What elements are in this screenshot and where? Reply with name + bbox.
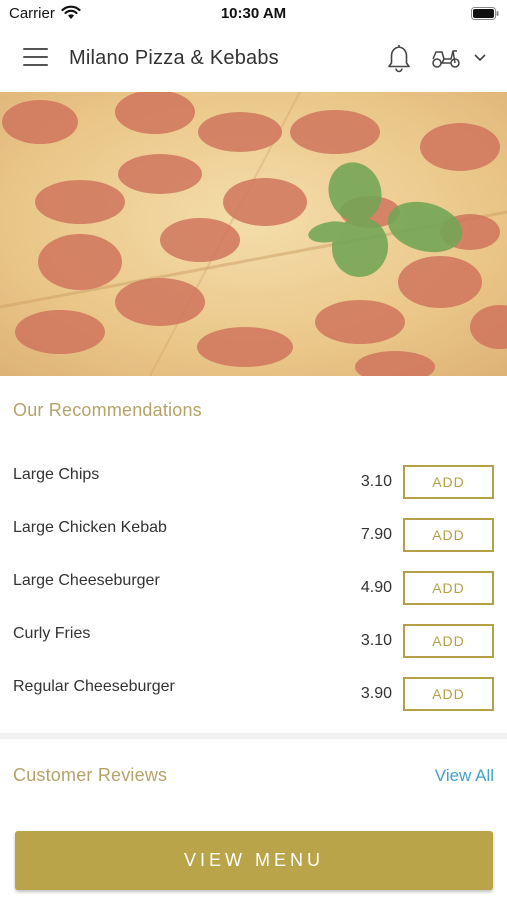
list-item: Curly Fries 3.10 ADD: [0, 614, 507, 667]
status-time: 10:30 AM: [220, 5, 287, 22]
item-name: Curly Fries: [13, 625, 91, 642]
view-menu-button[interactable]: VIEW MENU: [15, 831, 493, 890]
item-name: Large Cheeseburger: [13, 572, 160, 589]
item-name: Regular Cheeseburger: [13, 678, 175, 695]
section-divider: [0, 733, 507, 739]
page-title: Milano Pizza & Kebabs: [69, 47, 279, 69]
hero-image: [0, 92, 507, 376]
view-all-link[interactable]: View All: [435, 766, 494, 786]
list-item: Large Cheeseburger 4.90 ADD: [0, 561, 507, 614]
item-price: 3.10: [360, 632, 392, 649]
recommendations-title: Our Recommendations: [13, 400, 202, 420]
item-price: 7.90: [360, 526, 392, 543]
add-button[interactable]: ADD: [403, 571, 494, 605]
recommendations-list: Large Chips 3.10 ADD Large Chicken Kebab…: [0, 455, 507, 720]
list-item: Large Chicken Kebab 7.90 ADD: [0, 508, 507, 561]
chevron-down-icon[interactable]: [474, 54, 486, 62]
bell-icon[interactable]: [386, 43, 412, 73]
add-button[interactable]: ADD: [403, 465, 494, 499]
item-price: 3.90: [360, 685, 392, 702]
item-name: Large Chicken Kebab: [13, 519, 167, 536]
scooter-icon[interactable]: [431, 47, 461, 69]
list-item: Large Chips 3.10 ADD: [0, 455, 507, 508]
item-price: 4.90: [360, 579, 392, 596]
reviews-title: Customer Reviews: [13, 765, 168, 785]
add-button[interactable]: ADD: [403, 518, 494, 552]
app-header: Milano Pizza & Kebabs: [0, 26, 507, 92]
list-item: Regular Cheeseburger 3.90 ADD: [0, 667, 507, 720]
item-name: Large Chips: [13, 466, 100, 483]
add-button[interactable]: ADD: [403, 677, 494, 711]
add-button[interactable]: ADD: [403, 624, 494, 658]
menu-icon[interactable]: [23, 48, 48, 70]
item-price: 3.10: [360, 473, 392, 490]
battery-icon: [471, 7, 499, 20]
status-bar: Carrier 10:30 AM: [0, 0, 507, 26]
pizza-image: [0, 92, 507, 376]
